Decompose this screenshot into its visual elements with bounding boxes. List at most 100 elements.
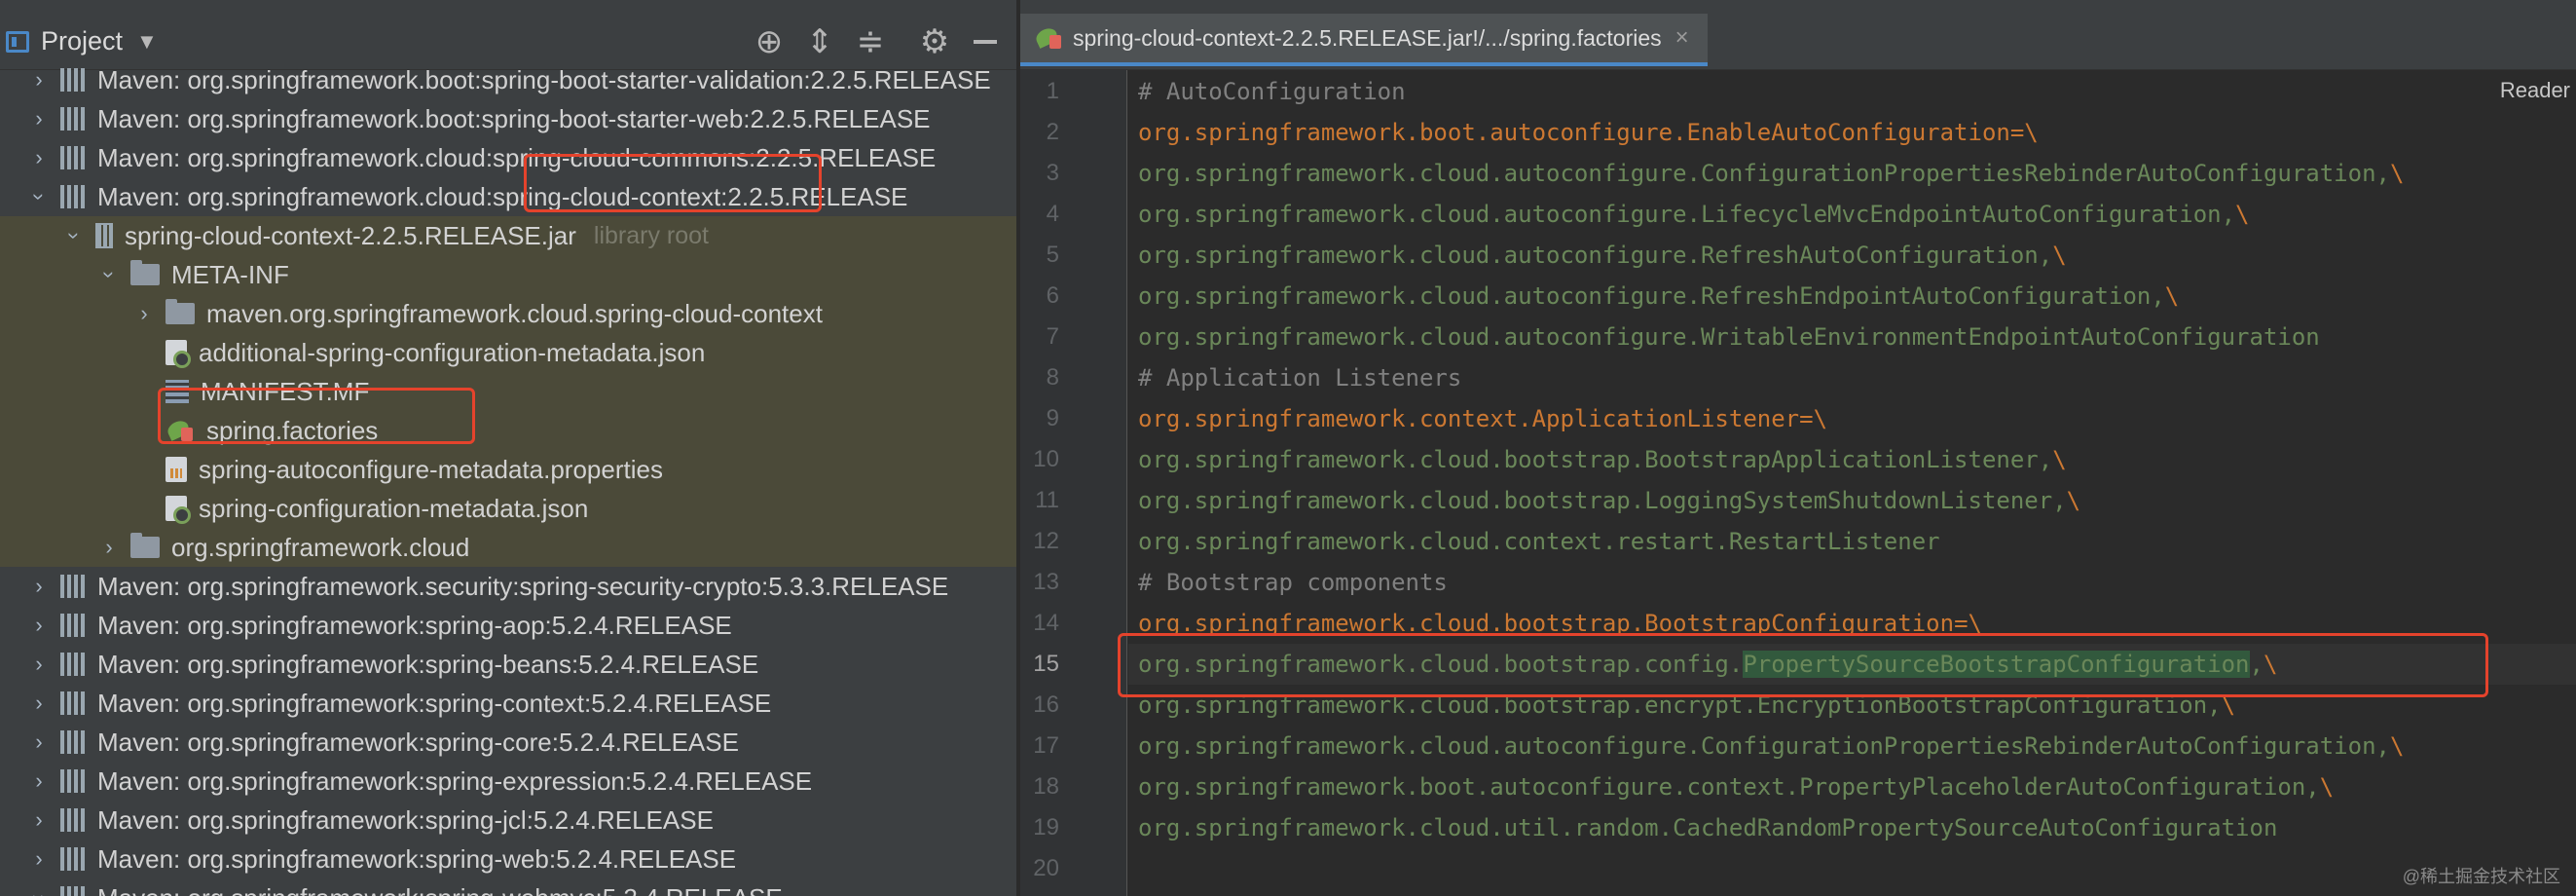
code-token: \ [2389,160,2405,187]
chevron-right-icon[interactable]: › [29,67,49,92]
library-icon [60,847,86,871]
project-view-selector[interactable]: Project ▼ [0,26,158,56]
reader-mode-button[interactable]: Reader [2500,78,2570,103]
code-line[interactable]: org.springframework.cloud.autoconfigure.… [1128,317,2576,357]
code-token: PropertySourceBootstrapConfiguration [1743,651,2250,678]
project-panel-title: Project [41,26,124,56]
code-line[interactable] [1128,848,2576,889]
code-line[interactable]: org.springframework.cloud.bootstrap.Boot… [1128,439,2576,480]
chevron-right-icon[interactable]: › [29,691,49,715]
code-token: =\ [2009,119,2039,146]
chevron-right-icon[interactable]: › [29,106,49,131]
code-token: org.springframework.context.ApplicationL… [1138,405,1800,432]
line-number: 12 [1033,528,1059,554]
tree-node-label: Maven: org.springframework:spring-contex… [97,688,772,718]
tree-node[interactable]: › Maven: org.springframework.cloud:spring… [0,138,1016,177]
code-line[interactable]: org.springframework.cloud.bootstrap.Logg… [1128,480,2576,521]
tree-node[interactable]: › Maven: org.springframework:spring-core:… [0,723,1016,762]
code-line[interactable]: org.springframework.boot.autoconfigure.c… [1128,766,2576,807]
project-icon [6,30,29,53]
watermark: @稀土掘金技术社区 [2402,867,2560,886]
code-token: \ [2235,201,2250,228]
code-line[interactable]: org.springframework.cloud.autoconfigure.… [1128,153,2576,194]
chevron-down-icon[interactable]: › [27,187,52,206]
folder-icon [130,260,160,285]
code-token: # AutoConfiguration [1138,78,1406,105]
code-token: # Application Listeners [1138,364,1462,392]
tree-node[interactable]: › Maven: org.springframework.boot:spring-… [0,99,1016,138]
chevron-down-icon[interactable]: ▼ [136,29,158,55]
chevron-right-icon[interactable]: › [29,846,49,871]
code-line[interactable]: org.springframework.cloud.util.random.Ca… [1128,807,2576,848]
code-token: org.springframework.cloud.autoconfigure.… [1138,732,2390,760]
tree-node[interactable]: › maven.org.springframework.cloud.spring-… [0,294,1016,333]
tree-node[interactable]: › Maven: org.springframework.boot:spring-… [0,60,1016,99]
tree-node[interactable]: ›spring-configuration-metadata.json [0,489,1016,528]
line-number: 6 [1046,282,1059,309]
code-line[interactable]: org.springframework.context.ApplicationL… [1128,398,2576,439]
project-tree: › Maven: org.springframework.boot:spring-… [0,65,1016,896]
code-line[interactable]: org.springframework.boot.autoconfigure.E… [1128,112,2576,153]
code-token: org.springframework.cloud.bootstrap.Logg… [1138,487,2067,514]
tree-node[interactable]: › Maven: org.springframework:spring-web:5… [0,840,1016,878]
line-number: 10 [1033,446,1059,472]
code-token: org.springframework.cloud.autoconfigure.… [1138,201,2236,228]
code-line[interactable]: # AutoConfiguration [1128,71,2576,112]
code-line[interactable]: org.springframework.cloud.autoconfigure.… [1128,194,2576,235]
tree-node[interactable]: › Maven: org.springframework:spring-beans… [0,645,1016,684]
tree-node[interactable]: › META-INF [0,255,1016,294]
tree-node[interactable]: ›spring-autoconfigure-metadata.propertie… [0,450,1016,489]
code-line[interactable]: org.springframework.cloud.context.restar… [1128,521,2576,562]
tree-node[interactable]: › Maven: org.springframework:spring-expre… [0,762,1016,801]
code-token: \ [2066,487,2081,514]
tree-node[interactable]: › org.springframework.cloud [0,528,1016,567]
code-line[interactable]: # Application Listeners [1128,357,2576,398]
tree-node[interactable]: › spring-cloud-context-2.2.5.RELEASE.jar l… [0,216,1016,255]
code-line[interactable]: org.springframework.cloud.bootstrap.Boot… [1128,603,2576,644]
tree-node-label: Maven: org.springframework.cloud:spring-… [97,142,937,172]
code-token: org.springframework.boot.autoconfigure.c… [1138,773,2320,801]
chevron-down-icon[interactable]: › [27,888,52,896]
tree-node[interactable]: ›MANIFEST.MF [0,372,1016,411]
chevron-right-icon[interactable]: › [29,613,49,637]
code-token: # Bootstrap components [1138,569,1448,596]
editor-tab-spring-factories[interactable]: spring-cloud-context-2.2.5.RELEASE.jar!/… [1020,14,1708,66]
tree-node[interactable]: › Maven: org.springframework:spring-conte… [0,684,1016,723]
tree-node[interactable]: › Maven: org.springframework.security:spr… [0,567,1016,606]
code-line[interactable]: org.springframework.cloud.autoconfigure.… [1128,726,2576,766]
code-token: \ [2389,732,2405,760]
chevron-right-icon[interactable]: › [29,729,49,754]
code-token: org.springframework.cloud.autoconfigure.… [1138,242,2053,269]
chevron-right-icon[interactable]: › [29,652,49,676]
chevron-right-icon[interactable]: › [29,768,49,793]
tree-node[interactable]: › Maven: org.springframework:spring-aop:5… [0,606,1016,645]
tree-node[interactable]: ›additional-spring-configuration-metadat… [0,333,1016,372]
folder-icon [130,533,160,558]
code-line[interactable]: org.springframework.cloud.autoconfigure.… [1128,235,2576,276]
library-icon [60,68,86,92]
tree-node[interactable]: ›spring.factories [0,411,1016,450]
code-line[interactable]: # Bootstrap components [1128,562,2576,603]
tree-node[interactable]: › Maven: org.springframework:spring-webmv… [0,878,1016,896]
code-area[interactable]: # AutoConfiguration org.springframework.b… [1128,70,2576,896]
chevron-right-icon[interactable]: › [134,301,154,325]
library-icon [60,575,86,598]
spring-icon [166,420,195,441]
code-token: \ [2221,691,2236,719]
chevron-right-icon[interactable]: › [29,574,49,598]
code-line[interactable]: org.springframework.cloud.bootstrap.conf… [1128,644,2576,685]
chevron-right-icon[interactable]: › [29,807,49,832]
line-number-gutter: 1 2 3 4 5 6 7 8 9 10 11 12 13 14 15 16 17 18 19 20 [1020,70,1127,896]
code-line[interactable]: org.springframework.cloud.autoconfigure.… [1128,276,2576,317]
close-icon[interactable]: × [1675,24,1689,52]
chevron-right-icon[interactable]: › [99,535,119,559]
chevron-down-icon[interactable]: › [62,226,87,245]
tree-node[interactable]: › Maven: org.springframework.cloud:spring… [0,177,1016,216]
json-file-icon [166,496,191,524]
code-line[interactable]: org.springframework.cloud.bootstrap.encr… [1128,685,2576,726]
chevron-down-icon[interactable]: › [97,265,122,284]
tree-node-label: MANIFEST.MF [201,376,370,406]
chevron-right-icon[interactable]: › [29,145,49,169]
tree-node[interactable]: › Maven: org.springframework:spring-jcl:5… [0,801,1016,840]
library-icon [60,730,86,754]
